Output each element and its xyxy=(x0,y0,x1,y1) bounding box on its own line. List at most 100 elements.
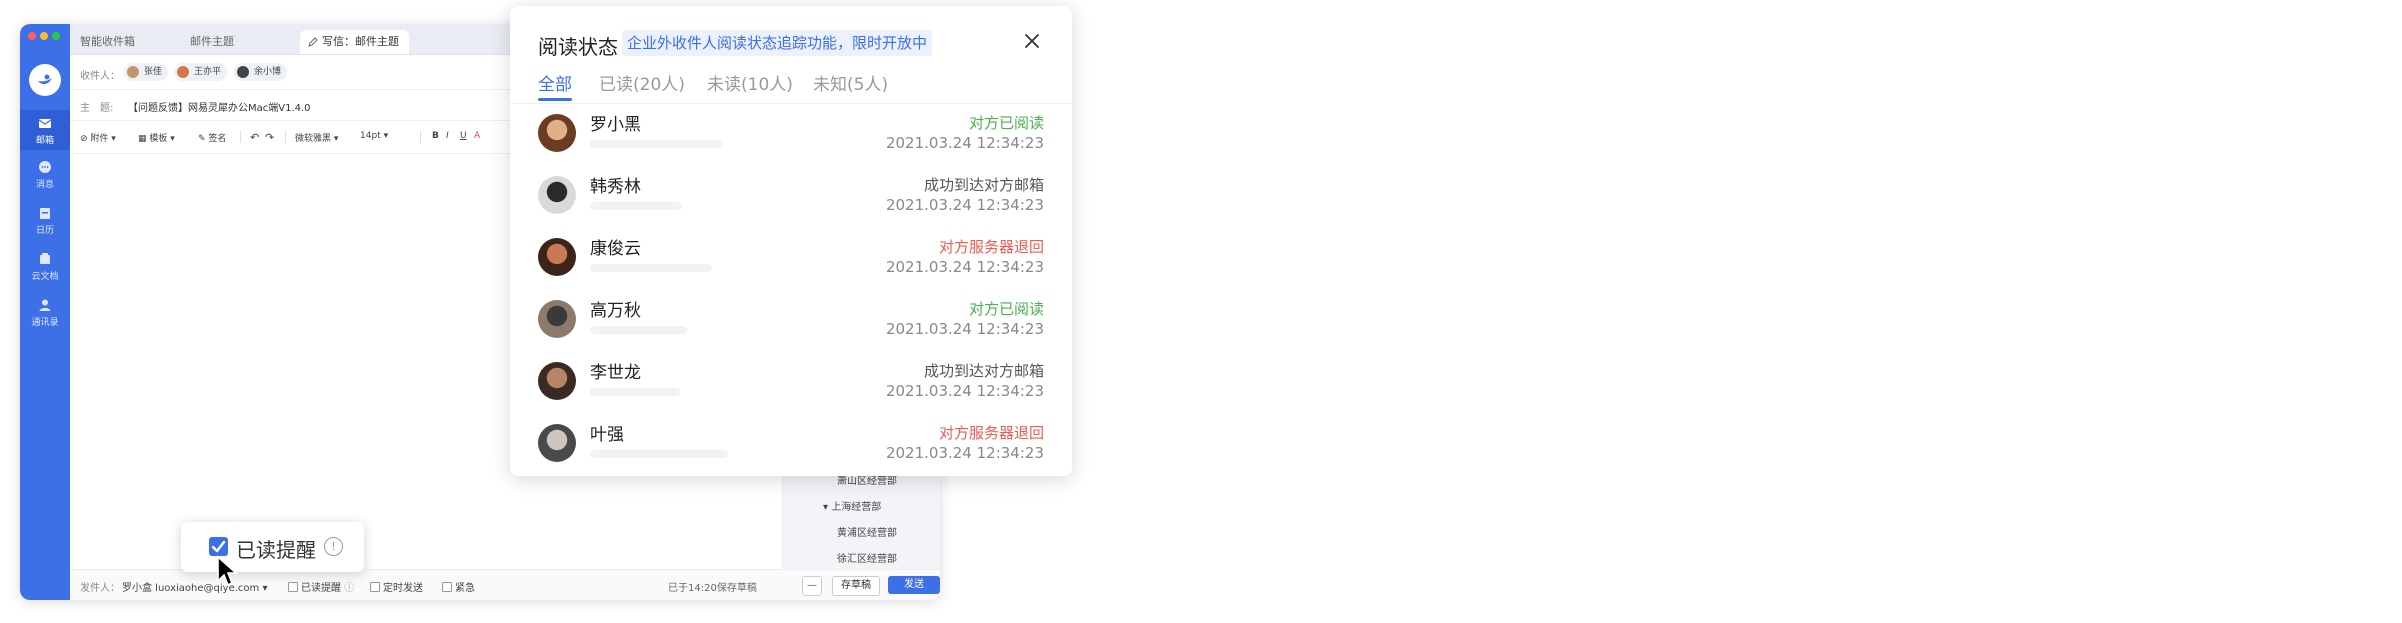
status-timestamp: 2021.03.24 12:34:23 xyxy=(885,134,1044,152)
attach-button[interactable]: ⊘ 附件 ▾ xyxy=(80,131,116,144)
divider xyxy=(240,131,241,143)
undo-icon[interactable]: ↶ xyxy=(250,131,259,144)
status-timestamp: 2021.03.24 12:34:23 xyxy=(885,196,1044,214)
template-button[interactable]: ▦ 模板 ▾ xyxy=(138,131,175,144)
tab-label: 写信：邮件主题 xyxy=(322,35,399,48)
font-size-select[interactable]: 14pt ▾ xyxy=(360,131,388,141)
status-timestamp: 2021.03.24 12:34:23 xyxy=(885,382,1044,400)
font-label: 微软雅黑 xyxy=(295,134,332,144)
tab-compose[interactable]: 写信：邮件主题 xyxy=(300,30,409,54)
urgent-checkbox[interactable]: 紧急 xyxy=(442,579,475,594)
send-button[interactable]: 发送 xyxy=(888,576,940,594)
underline-button[interactable]: U xyxy=(460,131,467,141)
email-placeholder-bar xyxy=(590,264,712,272)
sidebar-item-label: 消息 xyxy=(35,180,54,190)
delivery-status: 对方已阅读 xyxy=(968,300,1044,318)
minimize-window-button[interactable] xyxy=(40,32,48,40)
email-placeholder-bar xyxy=(590,388,680,396)
delivery-status: 成功到达对方邮箱 xyxy=(923,176,1044,194)
divider xyxy=(510,103,1072,104)
sidebar-item-label: 日历 xyxy=(35,226,54,236)
close-icon[interactable] xyxy=(1023,32,1041,50)
recipient-name: 余小博 xyxy=(254,67,282,77)
text-color-button[interactable]: A xyxy=(474,131,480,141)
signature-button[interactable]: ✎ 签名 xyxy=(198,131,226,144)
recipient-chip[interactable]: 余小博 xyxy=(234,63,288,81)
tab-all[interactable]: 全部 xyxy=(538,70,572,95)
divider xyxy=(285,131,286,143)
mouse-cursor-icon xyxy=(217,555,239,587)
close-window-button[interactable] xyxy=(28,32,36,40)
urgent-label: 紧急 xyxy=(455,583,475,594)
sidebar-item-messages[interactable]: 消息 xyxy=(20,160,70,190)
tab-mail-subject[interactable]: 邮件主题 xyxy=(180,30,244,54)
to-label: 收件人： xyxy=(80,71,120,82)
tab-read[interactable]: 已读(20人) xyxy=(599,70,685,95)
read-receipt-label: 已读提醒 xyxy=(301,583,341,594)
status-timestamp: 2021.03.24 12:34:23 xyxy=(885,320,1044,338)
org-tree-label: 上海经营部 xyxy=(831,502,882,513)
scheduled-send-checkbox[interactable]: 定时发送 xyxy=(370,579,423,594)
recipient-name: 张佳 xyxy=(144,67,163,77)
email-placeholder-bar xyxy=(590,450,728,458)
tab-unknown[interactable]: 未知(5人) xyxy=(813,70,888,95)
info-icon[interactable]: ! xyxy=(324,537,343,556)
recipient-chip[interactable]: 张佳 xyxy=(124,63,169,81)
delivery-status: 对方服务器退回 xyxy=(938,238,1044,256)
email-placeholder-bar xyxy=(590,140,723,148)
save-draft-button[interactable]: 存草稿 xyxy=(832,576,880,596)
contacts-icon xyxy=(39,299,51,311)
mail-icon xyxy=(38,119,52,128)
org-tree-item[interactable]: 徐汇区经营部 xyxy=(837,550,897,565)
checked-checkbox-icon[interactable] xyxy=(209,537,228,556)
redo-icon[interactable]: ↷ xyxy=(265,131,274,144)
org-tree-item[interactable]: 黄浦区经营部 xyxy=(837,524,897,539)
avatar xyxy=(177,66,189,78)
callout-label: 已读提醒 xyxy=(236,538,316,562)
subject-label: 主 题: xyxy=(80,103,114,114)
italic-button[interactable]: I xyxy=(446,131,449,141)
avatar xyxy=(538,300,576,338)
delivery-status: 成功到达对方邮箱 xyxy=(923,362,1044,380)
sidebar-item-calendar[interactable]: 日历 xyxy=(20,206,70,236)
font-family-select[interactable]: 微软雅黑 ▾ xyxy=(295,131,338,144)
avatar xyxy=(538,176,576,214)
compose-footer: 发件人： 罗小盒 luoxiaohe@qiye.com ▾ 已读提醒 ⓘ 定时发… xyxy=(70,569,940,600)
read-status-popup: 阅读状态 企业外收件人阅读状态追踪功能，限时开放中 全部 已读(20人) 未读(… xyxy=(510,6,1072,476)
sidebar-item-cloud-docs[interactable]: 云文档 xyxy=(20,252,70,282)
size-label: 14pt xyxy=(360,131,381,141)
calendar-icon xyxy=(40,208,50,219)
popup-title: 阅读状态 xyxy=(538,35,618,59)
recipient-status-row: 韩秀林 成功到达对方邮箱 2021.03.24 12:34:23 xyxy=(510,172,1072,230)
sender-select[interactable]: 罗小盒 luoxiaohe@qiye.com ▾ xyxy=(122,579,267,594)
chat-icon xyxy=(39,161,51,173)
draft-saved-status: 已于14:20保存草稿 xyxy=(668,583,757,594)
avatar xyxy=(538,362,576,400)
sidebar-item-mail[interactable]: 邮箱 xyxy=(20,110,70,150)
email-placeholder-bar xyxy=(590,202,682,210)
tab-smart-inbox[interactable]: 智能收件箱 xyxy=(70,30,145,54)
recipient-status-row: 叶强 对方服务器退回 2021.03.24 12:34:23 xyxy=(510,420,1072,476)
delivery-status: 对方服务器退回 xyxy=(938,424,1044,442)
sidebar-item-contacts[interactable]: 通讯录 xyxy=(20,298,70,328)
subject-input[interactable]: 【问题反馈】网易灵犀办公Mac端V1.4.0 xyxy=(128,99,311,114)
attach-label: 附件 xyxy=(90,134,109,144)
delivery-status: 对方已阅读 xyxy=(968,114,1044,132)
recipient-chip[interactable]: 王亦平 xyxy=(174,63,228,81)
signature-label: 签名 xyxy=(208,134,227,144)
recipient-name: 高万秋 xyxy=(590,301,641,321)
recipient-status-row: 李世龙 成功到达对方邮箱 2021.03.24 12:34:23 xyxy=(510,358,1072,416)
bold-button[interactable]: B xyxy=(432,131,439,141)
read-receipt-checkbox[interactable]: 已读提醒 ⓘ xyxy=(288,579,354,594)
active-tab-indicator xyxy=(538,98,572,101)
recipient-name: 李世龙 xyxy=(590,363,641,383)
recipient-status-row: 康俊云 对方服务器退回 2021.03.24 12:34:23 xyxy=(510,234,1072,292)
promo-banner: 企业外收件人阅读状态追踪功能，限时开放中 xyxy=(622,30,933,56)
minimize-button[interactable]: — xyxy=(802,576,822,596)
recipient-status-row: 高万秋 对方已阅读 2021.03.24 12:34:23 xyxy=(510,296,1072,354)
avatar xyxy=(127,66,139,78)
org-tree-item[interactable]: ▾ 上海经营部 xyxy=(823,498,881,513)
tab-unread[interactable]: 未读(10人) xyxy=(707,70,793,95)
recipient-name: 康俊云 xyxy=(590,239,641,259)
zoom-window-button[interactable] xyxy=(52,32,60,40)
